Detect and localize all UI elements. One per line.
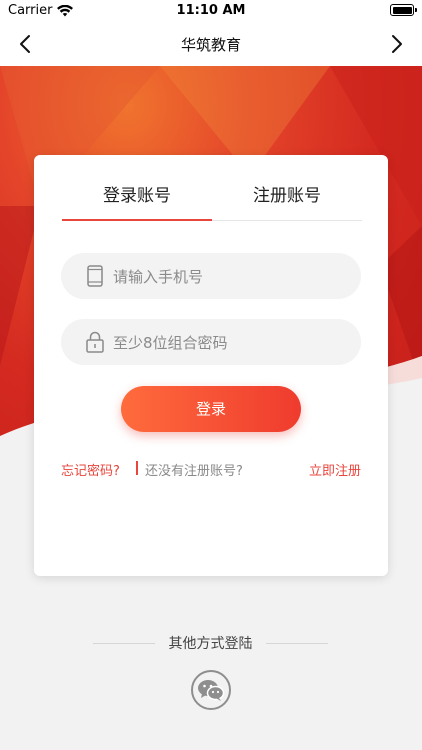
chevron-right-icon[interactable] xyxy=(384,32,408,56)
auth-tabs: 登录账号 注册账号 xyxy=(62,183,362,221)
no-account-text: 还没有注册账号? xyxy=(145,464,243,479)
login-button[interactable]: 登录 xyxy=(121,386,301,432)
battery-indicator xyxy=(390,4,417,16)
phone-icon xyxy=(85,265,105,287)
link-divider xyxy=(136,461,138,475)
wechat-icon xyxy=(198,680,225,701)
login-card: 登录账号 注册账号 请输入手机号 至少8位组合密码 登录 忘记密码? 还没有注册… xyxy=(34,155,388,576)
wechat-login-button[interactable] xyxy=(191,670,231,710)
tab-login[interactable]: 登录账号 xyxy=(62,183,212,221)
tab-register[interactable]: 注册账号 xyxy=(212,183,362,221)
login-screen: Carrier 11:10 AM 华筑教育 登录账号 注册账号 请输入手机号 至… xyxy=(0,0,422,750)
divider-line-right xyxy=(266,643,328,644)
status-time: 11:10 AM xyxy=(176,3,246,18)
password-field[interactable]: 至少8位组合密码 xyxy=(61,319,361,365)
password-placeholder: 至少8位组合密码 xyxy=(113,333,228,352)
phone-placeholder: 请输入手机号 xyxy=(113,267,204,286)
phone-field[interactable]: 请输入手机号 xyxy=(61,253,361,299)
auth-links: 忘记密码? 还没有注册账号? 立即注册 xyxy=(61,460,361,480)
register-now-link[interactable]: 立即注册 xyxy=(309,460,361,479)
battery-icon xyxy=(390,4,417,16)
forgot-password-link[interactable]: 忘记密码? xyxy=(61,460,120,479)
status-bar: Carrier 11:10 AM xyxy=(0,0,422,22)
lock-icon xyxy=(85,331,105,353)
tab-active-indicator xyxy=(62,219,212,221)
page-title: 华筑教育 xyxy=(180,36,241,54)
nav-bar: 华筑教育 xyxy=(0,22,422,66)
other-login-divider: 其他方式登陆 xyxy=(93,633,328,653)
